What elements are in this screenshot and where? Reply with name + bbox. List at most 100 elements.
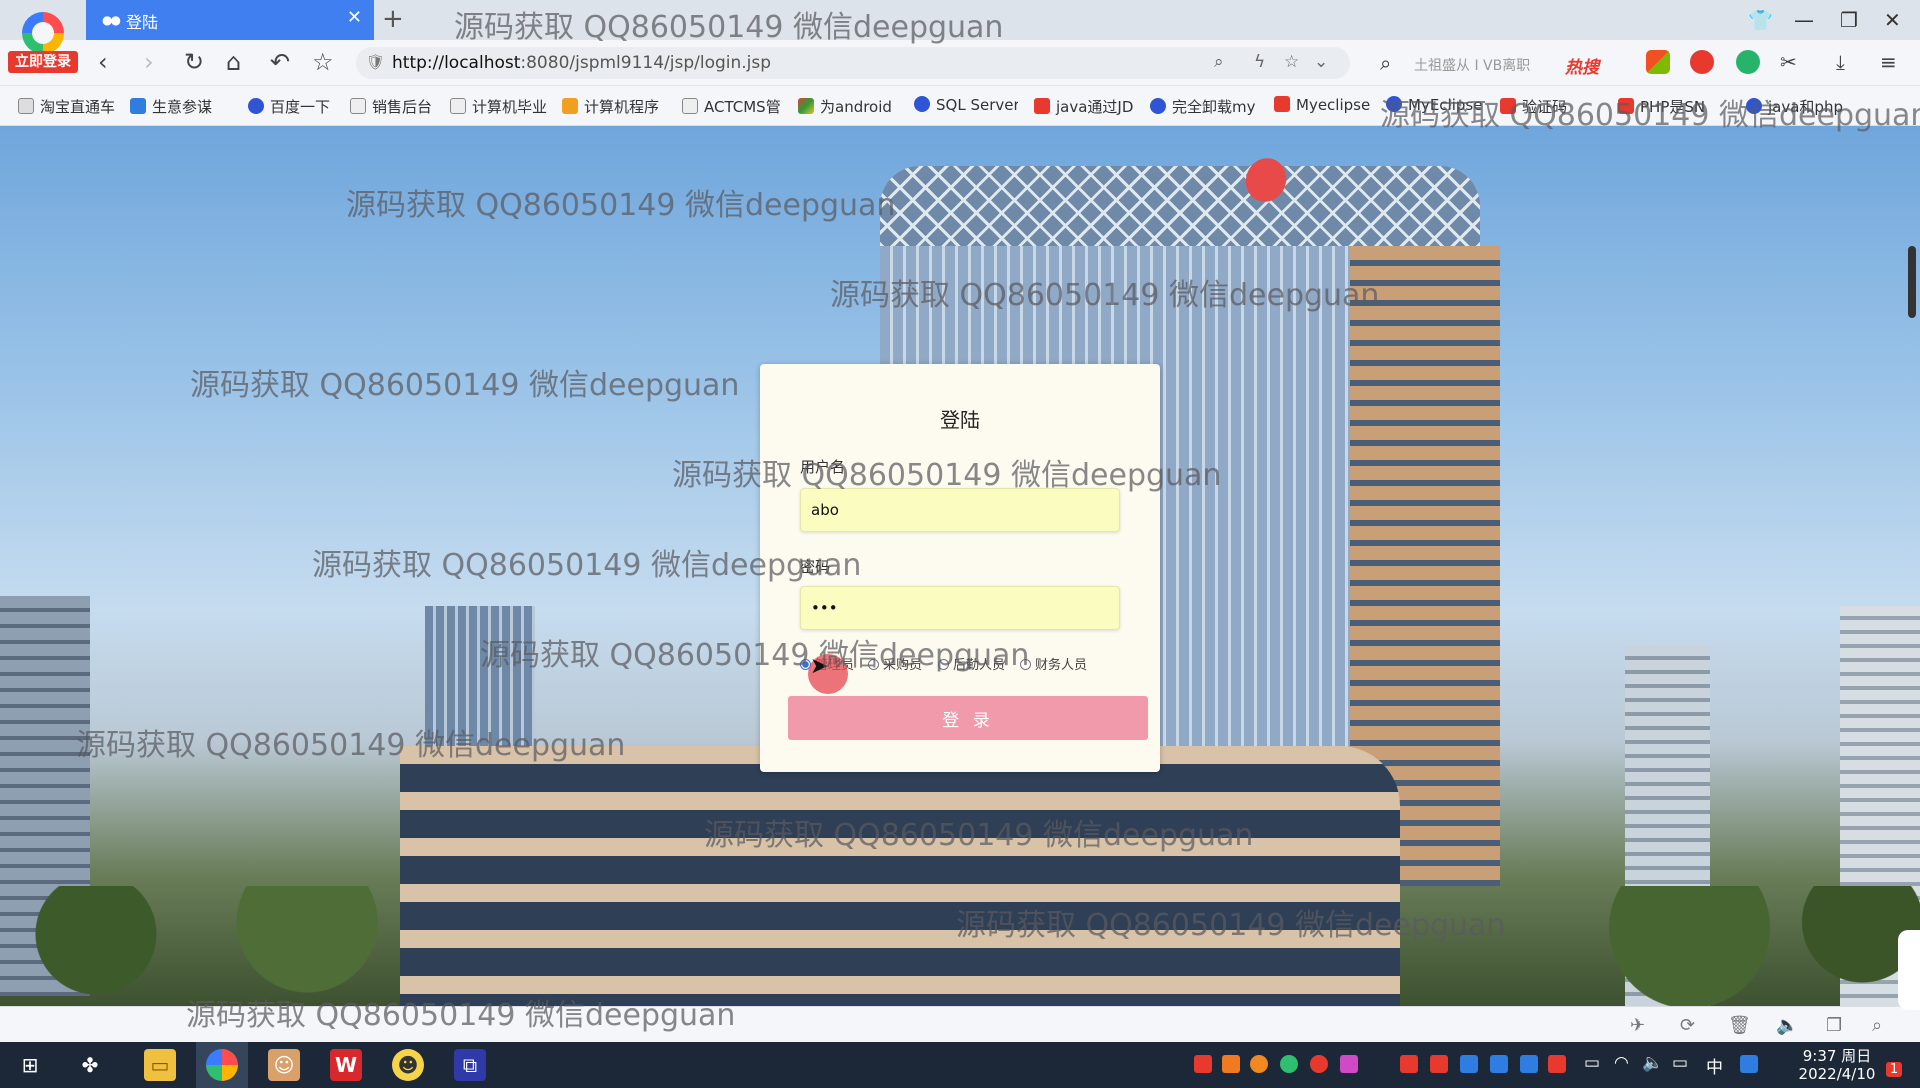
tray-icon[interactable] <box>1194 1055 1212 1073</box>
bookmark-item[interactable]: 生意参谋 <box>130 96 230 118</box>
bookmarks-bar: 淘宝直通车 生意参谋 百度一下 销售后台 计算机毕业 计算机程序 ACTCMS管… <box>0 86 1920 126</box>
tab-close-icon[interactable]: ✕ <box>347 7 362 28</box>
role-radio-finance[interactable]: 财务人员 <box>1020 654 1087 673</box>
lightning-icon[interactable]: ϟ <box>1254 52 1265 72</box>
address-bar[interactable]: 🛡 http://localhost:8080/jspml9114/jsp/lo… <box>356 47 1350 79</box>
battery-icon[interactable]: ▭ <box>1584 1053 1600 1073</box>
apps-icon[interactable] <box>1646 50 1670 74</box>
page-icon <box>350 98 366 114</box>
window-icon[interactable]: ❐ <box>1826 1015 1842 1036</box>
tray-icon[interactable] <box>1250 1055 1268 1073</box>
wps-icon[interactable]: W <box>330 1049 362 1081</box>
tray-icon[interactable] <box>1222 1055 1240 1073</box>
program-icon <box>562 98 578 114</box>
refresh-circle-icon[interactable]: ⟳ <box>1680 1015 1695 1036</box>
tray-icon[interactable] <box>1310 1055 1328 1073</box>
bookmark-item[interactable]: 为android <box>798 96 898 118</box>
zoom-icon[interactable]: ⌕ <box>1214 52 1224 72</box>
bookmark-item[interactable]: java和php <box>1746 96 1846 118</box>
bookmark-item[interactable]: 销售后台 <box>350 96 440 118</box>
url-text[interactable]: http://localhost:8080/jspml9114/jsp/logi… <box>392 53 771 73</box>
bookmark-item[interactable]: 百度一下 <box>248 96 348 118</box>
username-input[interactable] <box>800 488 1120 532</box>
tray-icon[interactable] <box>1460 1055 1478 1073</box>
csdn-icon <box>1274 96 1290 112</box>
login-button[interactable]: 登 录 <box>788 696 1148 740</box>
page-icon <box>18 98 34 114</box>
search-input[interactable]: 土祖盛从 I VB离职 <box>1414 55 1554 75</box>
role-radio-purchaser[interactable]: 采购员 <box>868 654 922 673</box>
tab-login[interactable]: ●● 登陆 ✕ <box>86 0 374 40</box>
fan-app-icon[interactable]: ✤ <box>74 1049 106 1081</box>
bookmark-item[interactable]: 计算机毕业 <box>450 96 550 118</box>
speaker-icon[interactable]: 🔈 <box>1642 1053 1663 1073</box>
bookmark-item[interactable]: java通过JD <box>1034 96 1134 118</box>
tray-icon[interactable] <box>1490 1055 1508 1073</box>
restore-icon[interactable]: ❐ <box>1840 8 1858 32</box>
bookmark-item[interactable]: 完全卸载my <box>1150 96 1260 118</box>
clock-date[interactable]: 2022/4/10 <box>1792 1065 1882 1083</box>
scissors-icon[interactable]: ✂ <box>1780 50 1797 74</box>
page-icon <box>682 98 698 114</box>
tray-icon[interactable] <box>1430 1055 1448 1073</box>
qq-game-icon[interactable]: ☻ <box>392 1049 424 1081</box>
bookmark-item[interactable]: 计算机程序 <box>562 96 662 118</box>
scrollbar-thumb[interactable] <box>1908 246 1916 318</box>
ime-indicator[interactable]: 中 <box>1706 1053 1723 1078</box>
password-input[interactable]: ••• <box>800 586 1120 630</box>
tray-icon[interactable] <box>1400 1055 1418 1073</box>
reload-icon[interactable]: ↻ <box>184 48 204 76</box>
bookmark-item[interactable]: Myeclipse <box>1274 96 1370 118</box>
undo-icon[interactable]: ↶ <box>270 48 290 76</box>
csdn-icon <box>1618 98 1634 114</box>
chevron-down-icon[interactable]: ⌄ <box>1314 52 1328 72</box>
new-tab-icon[interactable]: + <box>382 4 404 34</box>
tray-icon[interactable] <box>1520 1055 1538 1073</box>
intellij-icon[interactable]: ⧉ <box>454 1049 486 1081</box>
bookmark-item[interactable]: PHP是SN <box>1618 96 1718 118</box>
forward-icon[interactable]: › <box>144 48 154 76</box>
side-float-button[interactable] <box>1898 930 1920 1010</box>
qq-tray-icon[interactable] <box>1740 1055 1758 1073</box>
clock-time[interactable]: 9:37 周日 <box>1792 1045 1882 1066</box>
browser-taskbar-icon[interactable] <box>206 1049 238 1081</box>
baidu-paw-icon <box>248 98 264 114</box>
green-circle-icon[interactable] <box>1736 50 1760 74</box>
menu-icon[interactable]: ≡ <box>1880 50 1897 74</box>
home-icon[interactable]: ⌂ <box>226 48 241 76</box>
windows-start-icon[interactable]: ⊞ <box>14 1049 46 1081</box>
notification-count[interactable]: 1 <box>1886 1062 1903 1077</box>
role-radio-logistics[interactable]: 后勤人员 <box>938 654 1005 673</box>
username-label: 用户名 <box>800 458 846 476</box>
login-now-badge[interactable]: 立即登录 <box>8 51 78 73</box>
favorite-star-icon[interactable]: ☆ <box>312 48 334 76</box>
tray-icon[interactable] <box>1280 1055 1298 1073</box>
bookmark-star-icon[interactable]: ☆ <box>1284 52 1299 72</box>
tray-icon[interactable] <box>1548 1055 1566 1073</box>
close-window-icon[interactable]: ✕ <box>1884 8 1901 32</box>
zoom-icon[interactable]: ⌕ <box>1872 1015 1882 1036</box>
game-icon[interactable] <box>1690 50 1714 74</box>
rocket-icon[interactable]: ✈ <box>1630 1015 1645 1036</box>
wifi-icon[interactable]: ◠ <box>1614 1053 1629 1073</box>
bookmark-item[interactable]: 验证码 <box>1500 96 1600 118</box>
back-icon[interactable]: ‹ <box>98 48 108 76</box>
hot-search-label[interactable]: 热搜 <box>1565 53 1599 78</box>
download-icon[interactable]: ⤓ <box>1836 50 1845 74</box>
minimize-icon[interactable]: — <box>1794 8 1814 32</box>
trash-icon[interactable]: 🗑 <box>1728 1015 1751 1036</box>
bookmark-item[interactable]: 淘宝直通车 <box>18 96 118 118</box>
bookmark-item[interactable]: MyEclipse <box>1386 96 1490 118</box>
bookmark-item[interactable]: SQL Server <box>914 96 1018 118</box>
bookmark-item[interactable]: ACTCMS管 <box>682 96 782 118</box>
display-icon[interactable]: ▭ <box>1672 1053 1688 1073</box>
browser-logo[interactable]: 立即登录 <box>8 6 78 76</box>
volume-icon[interactable]: 🔈 <box>1776 1015 1798 1036</box>
browser-logo-icon <box>22 12 64 54</box>
file-explorer-icon[interactable]: ▭ <box>144 1049 176 1081</box>
page-icon <box>450 98 466 114</box>
skin-icon[interactable]: 👕 <box>1748 8 1773 32</box>
radio-icon <box>868 659 879 670</box>
tray-icon[interactable] <box>1340 1055 1358 1073</box>
avatar-app-icon[interactable]: ☺ <box>268 1049 300 1081</box>
